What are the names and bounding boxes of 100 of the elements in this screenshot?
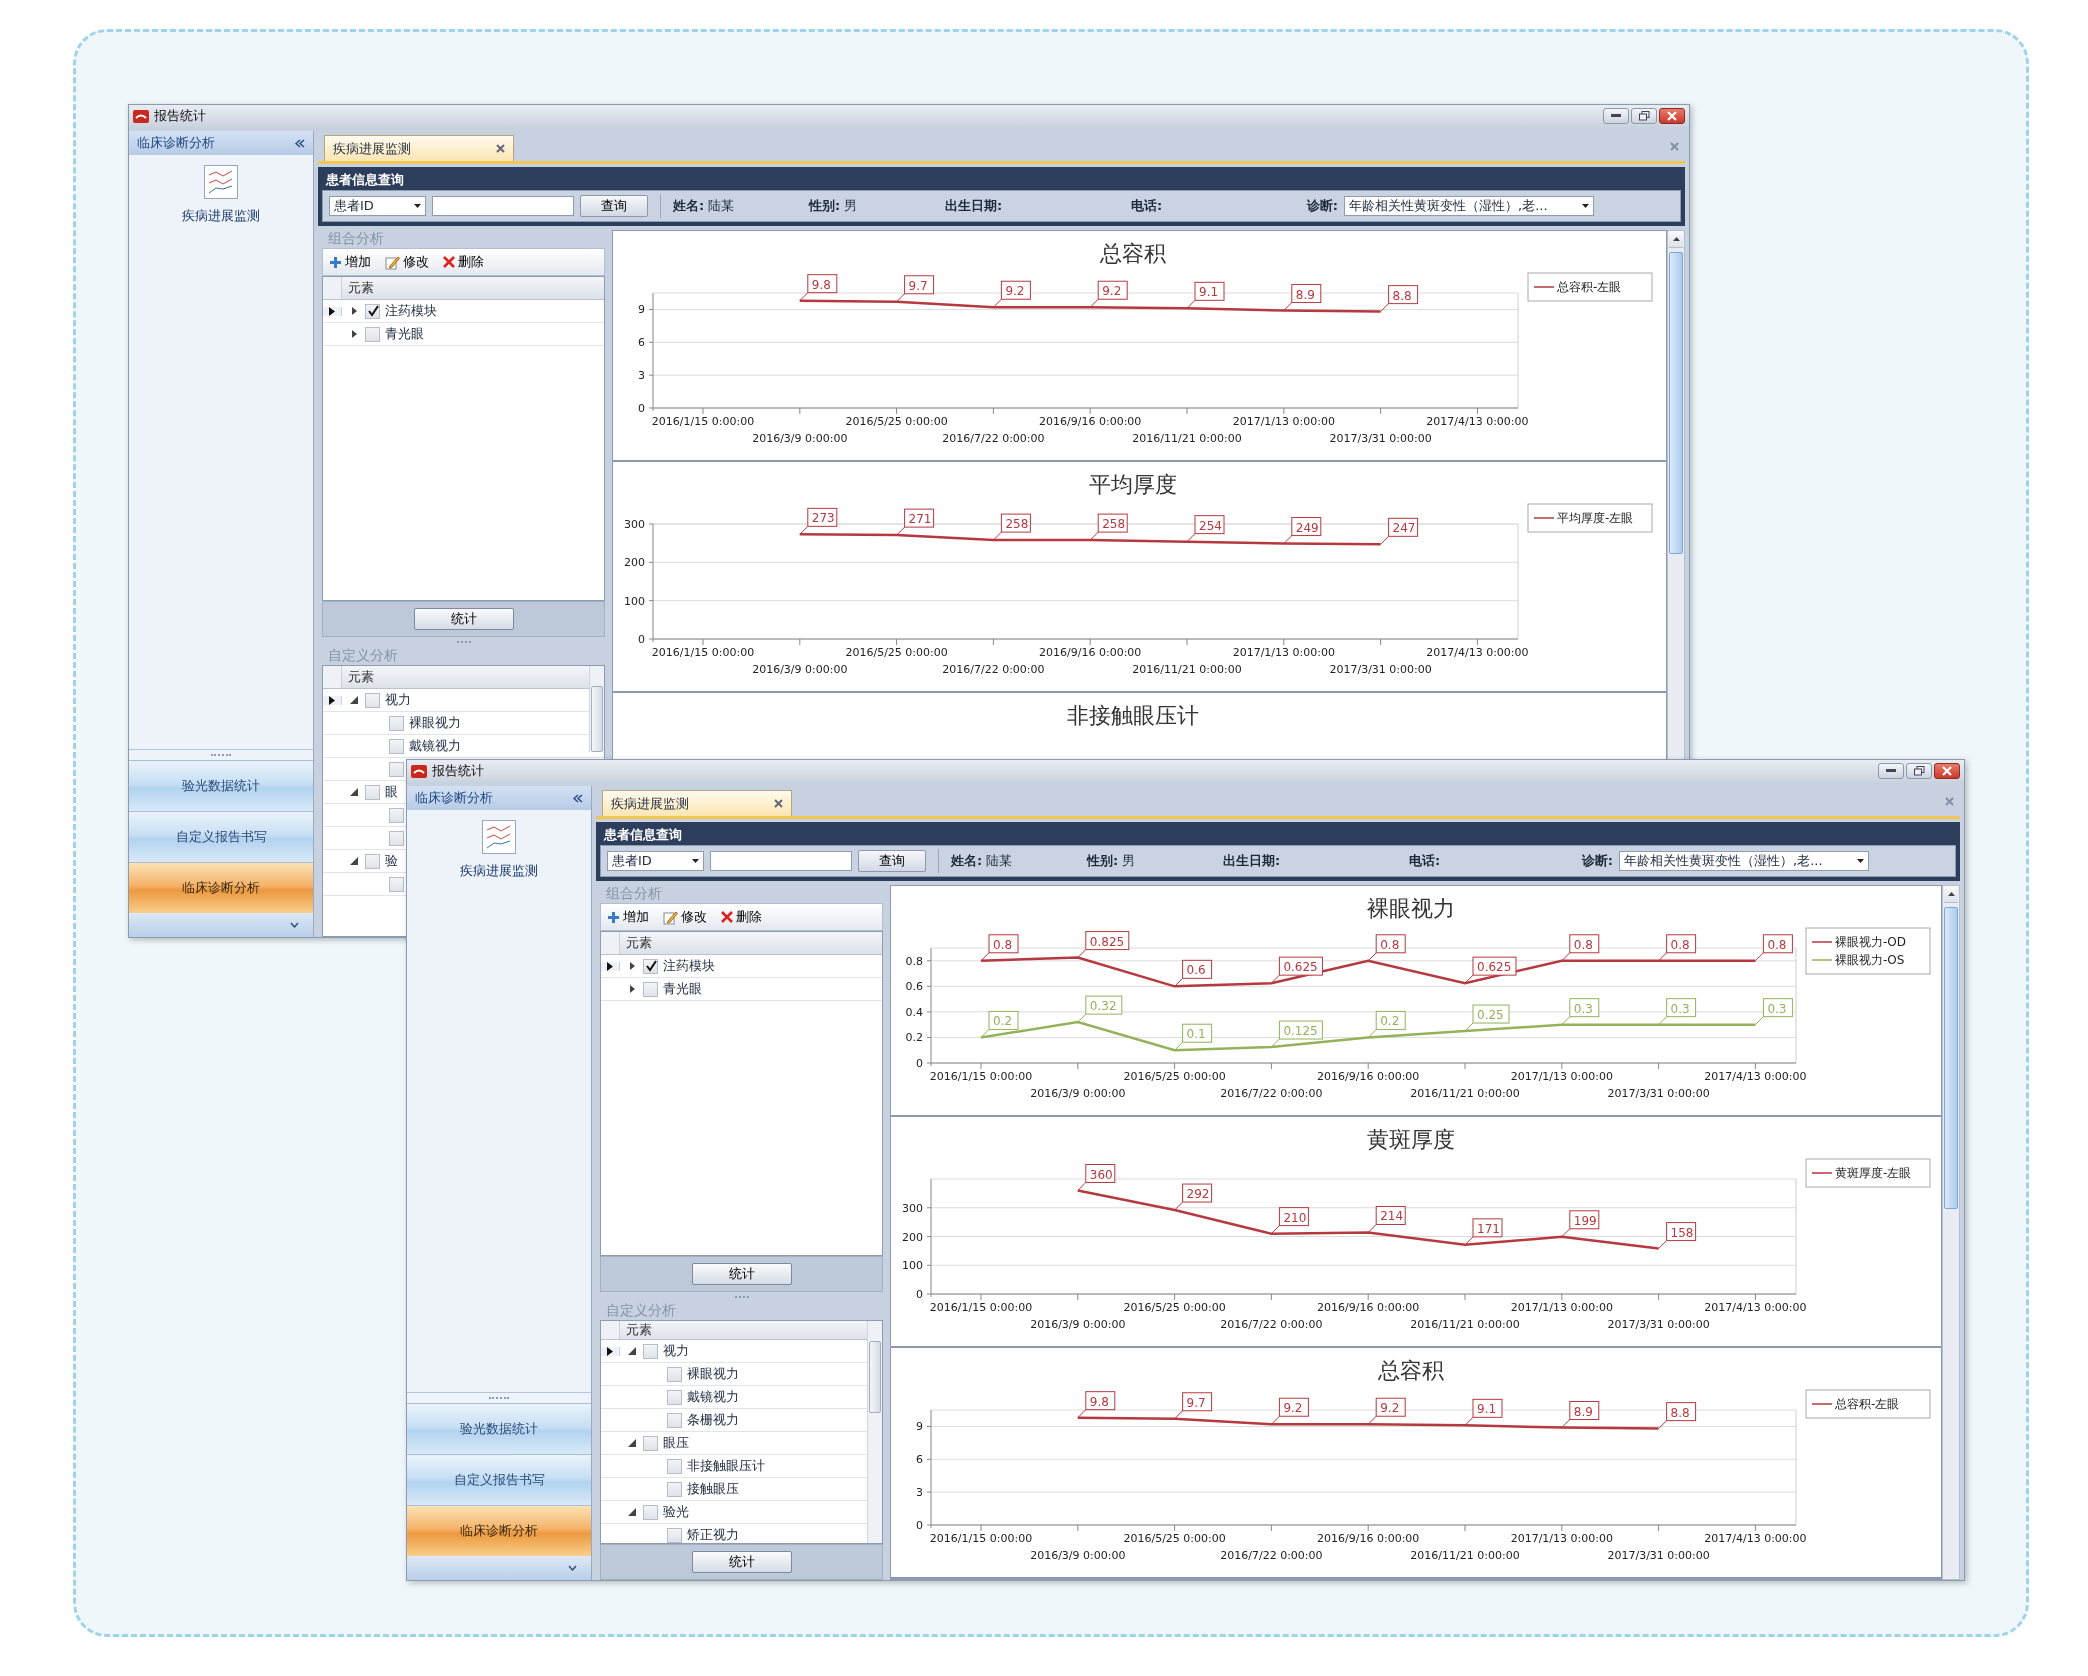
checkbox[interactable] (667, 1481, 682, 1497)
row-header[interactable] (601, 961, 620, 971)
id-type-dropdown[interactable]: 患者ID (607, 851, 704, 871)
tree-item-label[interactable]: 青光眼 (663, 980, 702, 998)
expand-arrow-icon[interactable] (629, 962, 635, 970)
expand-arrow-icon[interactable] (351, 307, 357, 315)
collapse-icon[interactable] (573, 793, 583, 803)
tree-item-label[interactable]: 青光眼 (385, 325, 424, 343)
close-icon[interactable] (774, 799, 783, 808)
scrollbar-thumb[interactable] (1669, 252, 1683, 554)
scrollbar[interactable] (1942, 885, 1960, 1580)
restore-button[interactable] (1906, 763, 1932, 779)
checkbox[interactable] (365, 326, 380, 342)
expand-arrow-icon[interactable] (628, 1347, 636, 1355)
expand-arrow-icon[interactable] (350, 857, 358, 865)
tree-item-label[interactable]: 裸眼视力 (409, 714, 461, 732)
checkbox[interactable] (389, 830, 404, 846)
search-button[interactable]: 查询 (858, 850, 926, 872)
id-type-dropdown[interactable]: 患者ID (329, 196, 426, 216)
collapse-icon[interactable] (295, 138, 305, 148)
checkbox[interactable] (389, 761, 404, 777)
checkbox[interactable] (365, 303, 380, 319)
expand-arrow-icon[interactable] (350, 788, 358, 796)
scrollbar-thumb[interactable] (1944, 907, 1958, 1209)
nav-button[interactable]: 验光数据统计 (407, 1403, 591, 1454)
expand-arrow-icon[interactable] (628, 1439, 636, 1447)
checkbox[interactable] (365, 853, 380, 869)
scrollbar[interactable] (589, 666, 604, 752)
close-button[interactable] (1934, 763, 1960, 779)
expand-arrow-icon[interactable] (628, 1508, 636, 1516)
tree-item-label[interactable]: 条栅视力 (687, 1411, 739, 1429)
diagnosis-dropdown[interactable]: 年龄相关性黄斑变性（湿性）,老... (1619, 851, 1869, 871)
add-button[interactable]: 增加 (327, 253, 373, 271)
tree-item-label[interactable]: 矫正视力 (687, 1526, 739, 1543)
restore-button[interactable] (1631, 108, 1657, 124)
checkbox[interactable] (667, 1412, 682, 1428)
edit-button[interactable]: 修改 (661, 908, 709, 926)
nav-button[interactable]: 验光数据统计 (129, 760, 313, 811)
checkbox[interactable] (365, 784, 380, 800)
expand-arrow-icon[interactable] (351, 330, 357, 338)
row-header[interactable] (323, 306, 342, 316)
checkbox[interactable] (643, 958, 658, 974)
tree-item-label[interactable]: 验光 (663, 1503, 689, 1521)
checkbox[interactable] (389, 876, 404, 892)
checkbox[interactable] (643, 1435, 658, 1451)
nav-item[interactable]: 疾病进展监测 (407, 810, 591, 881)
nav-item[interactable]: 疾病进展监测 (129, 155, 313, 226)
checkbox[interactable] (389, 715, 404, 731)
tree-item-label[interactable]: 眼压 (663, 1434, 689, 1452)
row-header[interactable] (601, 1346, 620, 1356)
expand-arrow-icon[interactable] (629, 985, 635, 993)
scroll-up-button[interactable] (1669, 231, 1683, 248)
edit-button[interactable]: 修改 (383, 253, 431, 271)
tab[interactable]: 疾病进展监测 (602, 790, 792, 816)
tree-item-label[interactable]: 注药模块 (663, 957, 715, 975)
tree-item-label[interactable]: 注药模块 (385, 302, 437, 320)
search-field[interactable] (710, 851, 852, 871)
scrollbar-thumb[interactable] (591, 686, 603, 752)
checkbox[interactable] (667, 1458, 682, 1474)
checkbox[interactable] (389, 738, 404, 754)
chevron-down-icon[interactable] (568, 1565, 577, 1571)
tree-item-label[interactable]: 眼 (385, 783, 398, 801)
statistics-button[interactable]: 统计 (691, 1551, 792, 1573)
close-button[interactable] (1659, 108, 1685, 124)
statistics-button[interactable]: 统计 (413, 608, 514, 630)
minimize-button[interactable] (1603, 108, 1629, 124)
row-header[interactable] (323, 695, 342, 705)
tree-item-label[interactable]: 戴镜视力 (687, 1388, 739, 1406)
minimize-button[interactable] (1878, 763, 1904, 779)
tree-item-label[interactable]: 接触眼压 (687, 1480, 739, 1498)
add-button[interactable]: 增加 (605, 908, 651, 926)
expand-arrow-icon[interactable] (350, 696, 358, 704)
close-icon[interactable] (1945, 796, 1954, 806)
checkbox[interactable] (667, 1527, 682, 1543)
diagnosis-dropdown[interactable]: 年龄相关性黄斑变性（湿性）,老... (1344, 196, 1594, 216)
nav-button[interactable]: 临床诊断分析 (129, 862, 313, 913)
delete-button[interactable]: 删除 (441, 253, 486, 271)
nav-button[interactable]: 自定义报告书写 (407, 1454, 591, 1505)
checkbox[interactable] (667, 1366, 682, 1382)
checkbox[interactable] (667, 1389, 682, 1405)
nav-button[interactable]: 自定义报告书写 (129, 811, 313, 862)
checkbox[interactable] (643, 1343, 658, 1359)
tab[interactable]: 疾病进展监测 (324, 135, 514, 161)
search-field[interactable] (432, 196, 574, 216)
scroll-up-button[interactable] (1944, 886, 1958, 903)
scrollbar[interactable] (867, 1321, 882, 1543)
nav-button[interactable]: 临床诊断分析 (407, 1505, 591, 1556)
search-button[interactable]: 查询 (580, 195, 648, 217)
chevron-down-icon[interactable] (290, 922, 299, 928)
tree-item-label[interactable]: 裸眼视力 (687, 1365, 739, 1383)
delete-button[interactable]: 删除 (719, 908, 764, 926)
tree-item-label[interactable]: 非接触眼压计 (687, 1457, 765, 1475)
scrollbar-thumb[interactable] (869, 1341, 881, 1413)
checkbox[interactable] (643, 981, 658, 997)
close-icon[interactable] (1670, 141, 1679, 151)
tree-item-label[interactable]: 戴镜视力 (409, 737, 461, 755)
tree-item-label[interactable]: 验 (385, 852, 398, 870)
checkbox[interactable] (643, 1504, 658, 1520)
close-icon[interactable] (496, 144, 505, 153)
checkbox[interactable] (389, 807, 404, 823)
